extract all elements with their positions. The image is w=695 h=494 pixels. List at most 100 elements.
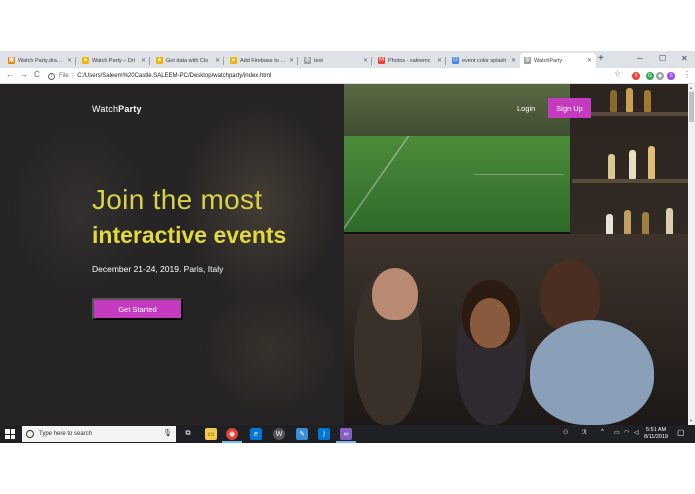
edge-icon[interactable]: e bbox=[250, 428, 262, 440]
bottle bbox=[629, 150, 636, 179]
info-icon[interactable]: i bbox=[48, 72, 55, 80]
tab-watchparty[interactable]: ◍ WatchParty ✕ bbox=[520, 53, 596, 68]
tab-close-icon[interactable]: ✕ bbox=[511, 57, 516, 64]
address-scheme: File bbox=[59, 73, 69, 79]
background-light bbox=[200, 284, 340, 414]
star-icon[interactable]: ☆ bbox=[614, 69, 621, 78]
tab-watch-party-drive[interactable]: ▲ Watch Party – Dri ✕ bbox=[78, 53, 150, 68]
stadium-crowd bbox=[344, 84, 570, 136]
vscode-icon[interactable]: ⟩ bbox=[318, 428, 330, 440]
chevron-up-icon[interactable]: ^ bbox=[601, 429, 604, 435]
gmail-icon: M bbox=[378, 57, 385, 64]
tab-label: Watch Party.drawio bbox=[18, 57, 64, 64]
tab-label: Add Firebase to yo bbox=[240, 57, 286, 64]
taskbar-search-box[interactable]: Type here to search 🎙 bbox=[22, 426, 176, 442]
tab-label: WatchParty bbox=[534, 57, 563, 64]
login-link[interactable]: Login bbox=[517, 104, 535, 113]
people-icon[interactable]: ℛ bbox=[582, 429, 587, 436]
address-divider: | bbox=[71, 73, 74, 79]
fan-face bbox=[470, 298, 510, 348]
fan-face bbox=[372, 268, 418, 320]
tab-watch-party-drawio[interactable]: ▣ Watch Party.drawio ✕ bbox=[4, 53, 76, 68]
ext-shield-icon[interactable]: 9 bbox=[632, 72, 640, 80]
clock-date: 8/11/2019 bbox=[644, 434, 669, 440]
minimize-button[interactable]: ─ bbox=[637, 54, 643, 63]
windows-start-icon[interactable] bbox=[5, 429, 15, 439]
tab-label: test bbox=[314, 57, 323, 64]
ext-g-icon[interactable]: G bbox=[646, 72, 654, 80]
search-placeholder: Type here to search bbox=[39, 431, 93, 437]
visual-studio-icon[interactable]: ∞ bbox=[340, 428, 352, 440]
hero-headline-bold: interactive events bbox=[92, 222, 287, 248]
app-sticky-icon[interactable]: ✎ bbox=[296, 428, 308, 440]
page-scrollbar[interactable]: ▲ ▼ bbox=[688, 84, 695, 425]
forward-button[interactable]: → bbox=[20, 70, 28, 79]
close-window-button[interactable]: ✕ bbox=[681, 54, 688, 63]
bottle bbox=[608, 154, 615, 179]
globe-icon: ◍ bbox=[524, 57, 531, 64]
file-explorer-icon[interactable]: ▭ bbox=[205, 428, 217, 440]
tab-label: event color splash bbox=[462, 57, 507, 64]
bottle bbox=[644, 90, 651, 112]
tab-close-icon[interactable]: ✕ bbox=[437, 57, 442, 64]
scrollbar-thumb[interactable] bbox=[689, 92, 694, 122]
scroll-down-icon[interactable]: ▼ bbox=[689, 418, 693, 423]
notifications-icon[interactable]: ▢ bbox=[677, 428, 685, 437]
tab-close-icon[interactable]: ✕ bbox=[215, 57, 220, 64]
system-clock[interactable]: 5:51 AM 8/11/2019 bbox=[644, 427, 668, 441]
bottle bbox=[610, 90, 617, 112]
bottle bbox=[626, 88, 633, 112]
tab-test[interactable]: ◍ test ✕ bbox=[300, 53, 372, 68]
reload-button[interactable]: C bbox=[34, 70, 40, 79]
bottle bbox=[648, 146, 655, 179]
tab-get-data[interactable]: ▲ Get data with Clo ✕ bbox=[152, 53, 224, 68]
active-app-indicator bbox=[336, 441, 356, 443]
browser-window: ▣ Watch Party.drawio ✕ ▲ Watch Party – D… bbox=[0, 51, 695, 443]
new-tab-button[interactable]: + bbox=[598, 53, 604, 64]
cortana-icon bbox=[26, 430, 34, 438]
people-icon[interactable]: ⚇ bbox=[563, 429, 568, 436]
tab-add-firebase[interactable]: ▲ Add Firebase to yo ✕ bbox=[226, 53, 298, 68]
app-w-icon[interactable]: W bbox=[273, 428, 285, 440]
active-app-indicator bbox=[222, 441, 242, 443]
maximize-button[interactable]: ☐ bbox=[659, 54, 666, 63]
browser-toolbar: ← → C i File | C:/Users/Saleem%20Castle.… bbox=[0, 68, 695, 84]
microphone-icon[interactable]: 🎙 bbox=[163, 429, 172, 437]
web-page: WatchParty Login Sign Up Join the most i… bbox=[0, 84, 688, 425]
tab-close-icon[interactable]: ✕ bbox=[141, 57, 146, 64]
task-view-icon[interactable]: ⧉ bbox=[182, 428, 194, 440]
tab-close-icon[interactable]: ✕ bbox=[67, 57, 72, 64]
tab-close-icon[interactable]: ✕ bbox=[289, 57, 294, 64]
brand-bold: Party bbox=[118, 104, 142, 114]
sign-up-button[interactable]: Sign Up bbox=[548, 98, 591, 118]
back-button[interactable]: ← bbox=[6, 70, 14, 79]
tab-label: Watch Party – Dri bbox=[92, 57, 135, 64]
tab-close-icon[interactable]: ✕ bbox=[363, 57, 368, 64]
soccer-field bbox=[344, 136, 570, 232]
tab-close-icon[interactable]: ✕ bbox=[587, 57, 592, 64]
address-bar[interactable]: i File | C:/Users/Saleem%20Castle.SALEEM… bbox=[48, 70, 608, 82]
ext-circle-icon[interactable]: ◉ bbox=[656, 72, 664, 80]
tab-photos-gmail[interactable]: M Photos - saleemc ✕ bbox=[374, 53, 446, 68]
event-dateline: December 21-24, 2019. Paris, Italy bbox=[92, 264, 224, 274]
hero-photo bbox=[344, 84, 688, 425]
fan-shirt bbox=[530, 320, 654, 425]
tab-label: Photos - saleemc bbox=[388, 57, 431, 64]
tv-screen bbox=[344, 84, 570, 234]
wifi-icon[interactable]: ◠ bbox=[624, 429, 629, 436]
address-url[interactable]: C:/Users/Saleem%20Castle.SALEEM-PC/Deskt… bbox=[77, 73, 271, 79]
globe-icon: ◍ bbox=[304, 57, 311, 64]
firebase-icon: ▲ bbox=[156, 57, 163, 64]
clock-time: 5:51 AM bbox=[645, 427, 667, 433]
volume-icon[interactable]: ◁ bbox=[634, 429, 639, 436]
tab-event-color-splash[interactable]: G event color splash ✕ bbox=[448, 53, 520, 68]
drive-icon: ▲ bbox=[82, 57, 89, 64]
chrome-icon[interactable]: ◉ bbox=[226, 428, 238, 440]
scroll-up-icon[interactable]: ▲ bbox=[689, 85, 693, 90]
bar-shelf bbox=[572, 179, 688, 183]
profile-avatar[interactable]: S bbox=[667, 72, 675, 80]
get-started-button[interactable]: Get Started bbox=[92, 298, 183, 320]
battery-icon[interactable]: ▭ bbox=[614, 429, 620, 436]
brand-logo[interactable]: WatchParty bbox=[92, 104, 142, 114]
menu-icon[interactable]: ⋮ bbox=[683, 70, 691, 79]
